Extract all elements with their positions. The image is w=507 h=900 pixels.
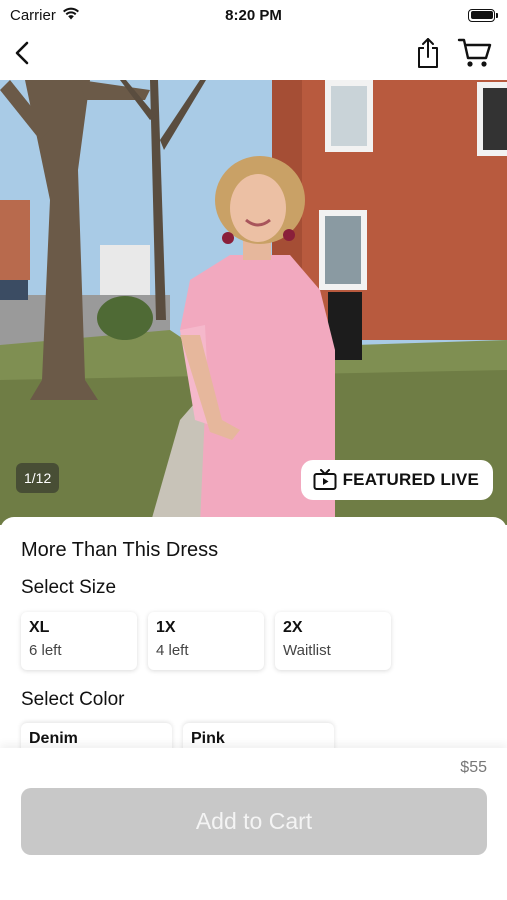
product-details-sheet: More Than This Dress Select Size XL 6 le… xyxy=(0,517,507,763)
size-name: 1X xyxy=(156,619,176,636)
select-size-label: Select Size xyxy=(21,577,117,598)
product-photo xyxy=(0,80,507,525)
featured-live-badge[interactable]: FEATURED LIVE xyxy=(300,460,493,500)
product-price: $55 xyxy=(460,759,487,776)
size-stock: Waitlist xyxy=(283,642,331,659)
color-name: Pink xyxy=(191,730,225,747)
nav-actions xyxy=(415,37,493,74)
product-title: More Than This Dress xyxy=(21,539,219,561)
wifi-icon xyxy=(62,7,80,24)
share-button[interactable] xyxy=(415,37,441,74)
size-option-xl[interactable]: XL 6 left xyxy=(21,612,137,670)
back-button[interactable] xyxy=(12,40,32,71)
size-option-2x[interactable]: 2X Waitlist xyxy=(275,612,391,670)
status-left: Carrier xyxy=(10,7,80,24)
cart-icon xyxy=(457,37,493,74)
add-to-cart-button[interactable]: Add to Cart xyxy=(21,788,487,855)
size-option-1x[interactable]: 1X 4 left xyxy=(148,612,264,670)
featured-live-label: FEATURED LIVE xyxy=(342,470,479,489)
size-stock: 6 left xyxy=(29,642,62,659)
tv-play-icon xyxy=(313,469,337,491)
checkout-footer: $55 Add to Cart xyxy=(0,748,507,900)
chevron-left-icon xyxy=(12,40,32,71)
image-page-counter: 1/12 xyxy=(16,463,60,493)
product-image-gallery[interactable]: 1/12 FEATURED LIVE xyxy=(0,80,507,525)
size-options: XL 6 left 1X 4 left 2X Waitlist xyxy=(21,612,391,670)
select-color-label: Select Color xyxy=(21,689,125,710)
cart-button[interactable] xyxy=(457,37,493,74)
size-name: 2X xyxy=(283,619,303,636)
share-icon xyxy=(415,37,441,74)
size-stock: 4 left xyxy=(156,642,189,659)
battery-icon xyxy=(468,8,498,22)
status-bar: Carrier 8:20 PM xyxy=(0,0,507,30)
color-name: Denim xyxy=(29,730,78,747)
nav-bar xyxy=(0,30,507,80)
carrier-label: Carrier xyxy=(10,6,56,24)
status-time: 8:20 PM xyxy=(225,6,282,24)
size-name: XL xyxy=(29,619,50,636)
